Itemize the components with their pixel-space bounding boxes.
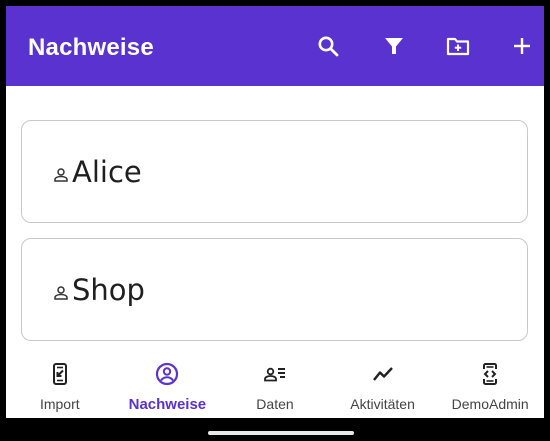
filter-icon bbox=[385, 38, 403, 54]
developer-mode-icon bbox=[483, 363, 498, 385]
nav-item-import[interactable]: Import bbox=[6, 356, 114, 418]
bottom-navigation: Import Nachweise Daten Aktivitäten DemoA… bbox=[6, 356, 544, 418]
person-icon bbox=[54, 285, 68, 300]
home-indicator[interactable] bbox=[208, 431, 354, 435]
add-folder-icon bbox=[446, 37, 470, 56]
filter-button[interactable] bbox=[376, 28, 412, 64]
list-item-label: Shop bbox=[72, 272, 145, 307]
nav-item-nachweise[interactable]: Nachweise bbox=[114, 356, 222, 418]
page-title: Nachweise bbox=[28, 34, 154, 61]
add-button[interactable] bbox=[504, 28, 540, 64]
import-phone-icon bbox=[52, 363, 67, 385]
nav-label-nachweise: Nachweise bbox=[128, 396, 207, 413]
add-folder-button[interactable] bbox=[440, 28, 476, 64]
nav-item-demoadmin[interactable]: DemoAdmin bbox=[436, 356, 544, 418]
activity-line-icon bbox=[372, 367, 393, 381]
nav-label-import: Import bbox=[39, 396, 80, 412]
proofs-list: Alice Shop bbox=[6, 86, 544, 356]
account-circle-icon bbox=[156, 362, 179, 386]
nav-item-aktivitaeten[interactable]: Aktivitäten bbox=[329, 356, 437, 418]
list-item[interactable]: Shop bbox=[21, 238, 528, 341]
search-button[interactable] bbox=[310, 28, 346, 64]
app-screen: Nachweise Alice Shop Import Nachweise Da… bbox=[6, 6, 544, 418]
nav-label-demoadmin: DemoAdmin bbox=[451, 396, 529, 412]
person-icon bbox=[54, 167, 68, 182]
nav-label-daten: Daten bbox=[256, 396, 294, 412]
nav-item-daten[interactable]: Daten bbox=[221, 356, 329, 418]
nav-label-aktivitaeten: Aktivitäten bbox=[350, 396, 415, 412]
add-icon bbox=[514, 38, 530, 54]
list-item[interactable]: Alice bbox=[21, 120, 528, 223]
search-icon bbox=[318, 36, 339, 57]
list-item-label: Alice bbox=[72, 154, 142, 189]
app-bar: Nachweise bbox=[6, 6, 544, 86]
person-list-icon bbox=[264, 367, 285, 382]
